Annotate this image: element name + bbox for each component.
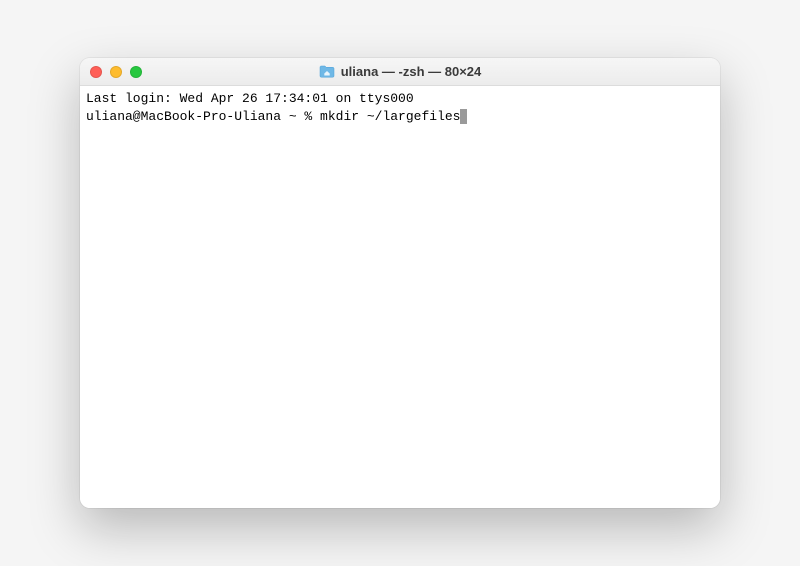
terminal-body[interactable]: Last login: Wed Apr 26 17:34:01 on ttys0… xyxy=(80,86,720,508)
maximize-button[interactable] xyxy=(130,66,142,78)
last-login-line: Last login: Wed Apr 26 17:34:01 on ttys0… xyxy=(86,90,714,108)
close-button[interactable] xyxy=(90,66,102,78)
minimize-button[interactable] xyxy=(110,66,122,78)
terminal-window: uliana — -zsh — 80×24 Last login: Wed Ap… xyxy=(80,58,720,508)
titlebar[interactable]: uliana — -zsh — 80×24 xyxy=(80,58,720,86)
traffic-lights xyxy=(90,66,142,78)
prompt-line: uliana@MacBook-Pro-Uliana ~ % mkdir ~/la… xyxy=(86,108,714,126)
prompt-text: uliana@MacBook-Pro-Uliana ~ % xyxy=(86,109,320,124)
cursor xyxy=(460,109,467,124)
title-center: uliana — -zsh — 80×24 xyxy=(80,64,720,79)
command-text[interactable]: mkdir ~/largefiles xyxy=(320,109,460,124)
folder-home-icon xyxy=(319,65,335,78)
window-title: uliana — -zsh — 80×24 xyxy=(341,64,482,79)
